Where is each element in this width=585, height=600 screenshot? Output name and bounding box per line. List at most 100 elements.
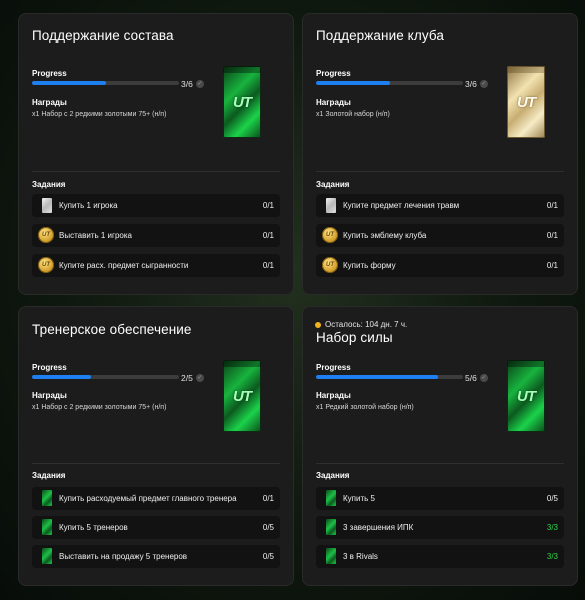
card-title: Тренерское обеспечение: [32, 322, 192, 337]
time-remaining: Осталось: 104 дн. 7 ч.: [315, 320, 407, 329]
check-icon: ✓: [195, 374, 204, 382]
ut-coin-icon: UT: [322, 227, 338, 243]
task-count: 0/1: [262, 494, 274, 503]
progress-count: 2/5 ✓: [181, 373, 204, 383]
green-pack-icon: [42, 519, 52, 535]
green-ut-pack-icon[interactable]: UT: [507, 360, 545, 432]
task-row[interactable]: 3 в Rivals 3/3: [316, 545, 564, 568]
rewards-text: x1 Набор с 2 редкими золотыми 75+ (н/п): [32, 111, 167, 118]
green-ut-pack-icon[interactable]: UT: [223, 66, 261, 138]
progress-bar: [32, 375, 179, 379]
progress-count: 5/6 ✓: [465, 373, 488, 383]
green-pack-icon: [326, 519, 336, 535]
objective-card-power-set[interactable]: Осталось: 104 дн. 7 ч. Набор силы Progre…: [302, 306, 578, 586]
rewards-text: x1 Набор с 2 редкими золотыми 75+ (н/п): [32, 404, 167, 411]
task-text: Купите расх. предмет сыгранности: [59, 261, 189, 270]
pack-ut-text: UT: [233, 388, 252, 405]
progress-bar: [32, 81, 179, 85]
card-title: Поддержание клуба: [316, 28, 444, 43]
task-text: Выставить 1 игрока: [59, 231, 132, 240]
task-count: 0/1: [262, 231, 274, 240]
silver-card-icon: [326, 198, 336, 213]
progress-fill: [32, 375, 91, 379]
rewards-label: Награды: [316, 391, 351, 400]
ut-coin-icon: UT: [38, 227, 54, 243]
card-title: Поддержание состава: [32, 28, 174, 43]
pack-ut-text: UT: [233, 94, 252, 111]
objective-card-club-maintenance[interactable]: Поддержание клуба Progress 3/6 ✓ Награды …: [302, 13, 578, 295]
rewards-label: Награды: [316, 98, 351, 107]
progress-fill: [316, 81, 390, 85]
task-row[interactable]: 3 завершения ИПК 3/3: [316, 516, 564, 539]
clock-dot-icon: [315, 321, 321, 328]
task-text: 3 завершения ИПК: [343, 523, 414, 532]
progress-count: 3/6 ✓: [465, 79, 488, 89]
green-ut-pack-icon[interactable]: UT: [223, 360, 261, 432]
gold-ut-pack-icon[interactable]: UT: [507, 66, 545, 138]
tasks-label: Задания: [316, 180, 350, 189]
progress-fill: [316, 375, 439, 379]
progress-count: 3/6 ✓: [181, 79, 204, 89]
task-row[interactable]: Купить расходуемый предмет главного трен…: [32, 487, 280, 510]
task-count: 0/5: [262, 523, 274, 532]
tasks-label: Задания: [32, 471, 66, 480]
task-count: 3/3: [546, 552, 558, 561]
task-row[interactable]: Купить 5 тренеров 0/5: [32, 516, 280, 539]
pack-ut-text: UT: [517, 388, 536, 405]
objective-card-squad-maintenance[interactable]: Поддержание состава Progress 3/6 ✓ Наград…: [18, 13, 294, 295]
progress-count-text: 3/6: [465, 79, 477, 89]
tasks-label: Задания: [32, 180, 66, 189]
task-row[interactable]: UT Купите расх. предмет сыгранности 0/1: [32, 254, 280, 277]
rewards-text: x1 Редкий золотой набор (н/п): [316, 404, 414, 411]
rewards-label: Награды: [32, 391, 67, 400]
task-text: Купите предмет лечения травм: [343, 201, 460, 210]
check-icon: ✓: [479, 80, 488, 88]
task-count: 0/1: [546, 261, 558, 270]
task-count: 0/1: [546, 231, 558, 240]
task-text: 3 в Rivals: [343, 552, 378, 561]
green-pack-icon: [326, 490, 336, 506]
rewards-label: Награды: [32, 98, 67, 107]
task-text: Купить расходуемый предмет главного трен…: [59, 494, 237, 503]
task-text: Купить 5: [343, 494, 375, 503]
task-row[interactable]: Купить 5 0/5: [316, 487, 564, 510]
task-row[interactable]: Купить 1 игрока 0/1: [32, 194, 280, 217]
task-row[interactable]: Выставить на продажу 5 тренеров 0/5: [32, 545, 280, 568]
task-text: Купить эмблему клуба: [343, 231, 427, 240]
task-count: 0/5: [262, 552, 274, 561]
progress-count-text: 2/5: [181, 373, 193, 383]
progress-bar: [316, 375, 463, 379]
task-row[interactable]: UT Купить форму 0/1: [316, 254, 564, 277]
progress-count-text: 5/6: [465, 373, 477, 383]
progress-label: Progress: [316, 363, 351, 372]
pack-ut-text: UT: [517, 94, 536, 111]
task-row[interactable]: Купите предмет лечения травм 0/1: [316, 194, 564, 217]
task-text: Выставить на продажу 5 тренеров: [59, 552, 188, 561]
task-count: 0/5: [546, 494, 558, 503]
card-title: Набор силы: [316, 330, 393, 345]
time-remaining-text: Осталось: 104 дн. 7 ч.: [325, 320, 408, 329]
divider: [316, 463, 564, 464]
task-row[interactable]: UT Купить эмблему клуба 0/1: [316, 224, 564, 247]
task-count: 0/1: [262, 201, 274, 210]
progress-fill: [32, 81, 106, 85]
rewards-text: x1 Золотой набор (н/п): [316, 111, 390, 118]
silver-card-icon: [42, 198, 52, 213]
task-row[interactable]: UT Выставить 1 игрока 0/1: [32, 224, 280, 247]
progress-count-text: 3/6: [181, 79, 193, 89]
task-count: 3/3: [546, 523, 558, 532]
progress-label: Progress: [316, 69, 351, 78]
progress-label: Progress: [32, 363, 67, 372]
task-text: Купить форму: [343, 261, 396, 270]
ut-coin-icon: UT: [38, 257, 54, 273]
green-pack-icon: [42, 490, 52, 506]
task-count: 0/1: [262, 261, 274, 270]
divider: [32, 171, 280, 172]
task-text: Купить 1 игрока: [59, 201, 118, 210]
ut-coin-icon: UT: [322, 257, 338, 273]
progress-label: Progress: [32, 69, 67, 78]
progress-bar: [316, 81, 463, 85]
divider: [316, 171, 564, 172]
objective-card-coach-supply[interactable]: Тренерское обеспечение Progress 2/5 ✓ Наг…: [18, 306, 294, 586]
check-icon: ✓: [479, 374, 488, 382]
